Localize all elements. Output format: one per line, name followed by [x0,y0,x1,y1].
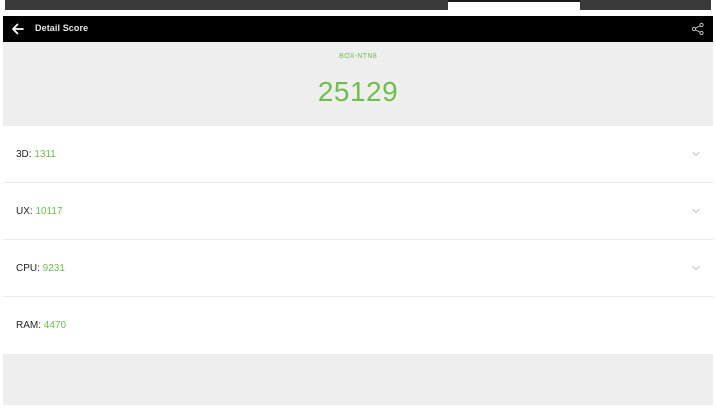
score-row-text: CPU: 9231 [16,263,65,274]
app-bar: Detail Score [3,16,713,42]
score-row-ux[interactable]: UX: 10117 [3,183,713,240]
device-name: BOX-NTN8 [339,53,377,60]
score-value: 4470 [43,320,67,331]
back-button[interactable] [9,20,27,38]
page-title: Detail Score [35,23,89,33]
score-row-text: RAM: 4470 [16,320,66,331]
chevron-down-icon [692,208,700,214]
score-label: CPU: [16,263,43,274]
footer-panel [3,354,713,405]
total-score: 25129 [317,76,399,107]
share-icon [691,22,704,36]
app-window: Detail Score BOX-NTN8 25129 3D: 1311 UX:… [3,16,713,405]
score-row-3d[interactable]: 3D: 1311 [3,126,713,183]
score-row-cpu[interactable]: CPU: 9231 [3,240,713,297]
score-row-text: 3D: 1311 [16,149,56,160]
score-value: 9231 [42,263,65,274]
score-value: 1311 [34,149,56,160]
score-summary: BOX-NTN8 25129 [3,42,713,126]
share-button[interactable] [691,22,705,36]
chevron-down-icon [692,151,700,157]
arrow-left-icon [12,23,24,35]
score-row-ram: RAM: 4470 [3,297,713,354]
score-value: 10117 [35,206,63,217]
score-row-text: UX: 10117 [16,206,63,217]
status-strip-segment [580,0,711,10]
score-label: 3D: [16,149,35,160]
system-status-strip [0,0,716,16]
chevron-down-icon [692,265,700,271]
status-strip-segment [448,0,580,2]
score-label: RAM: [16,320,44,331]
status-strip-segment [5,0,448,10]
score-label: UX: [16,206,36,217]
